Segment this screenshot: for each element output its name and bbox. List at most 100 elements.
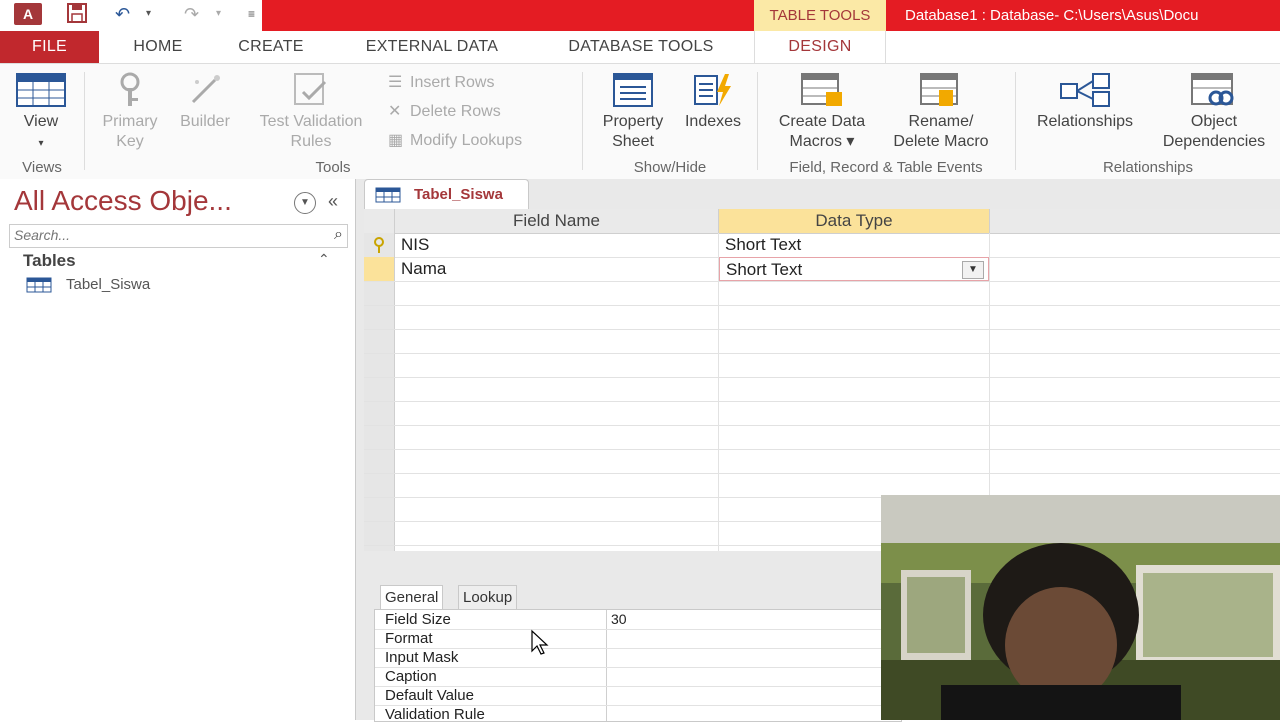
property-row-default-value[interactable]: Default Value xyxy=(375,686,901,706)
create-data-macros-icon xyxy=(801,73,842,106)
property-row-field-size[interactable]: Field Size 30 xyxy=(375,610,901,630)
table-row[interactable] xyxy=(364,401,1280,426)
property-label: Field Size xyxy=(385,611,451,628)
property-label: Input Mask xyxy=(385,649,459,666)
group-label-relationships: Relationships xyxy=(1102,159,1194,176)
primary-key-label-2: Key xyxy=(116,133,144,150)
field-name-cell[interactable]: NIS xyxy=(395,233,718,257)
table-row[interactable] xyxy=(364,353,1280,378)
create-data-macros-button[interactable]: Create Data Macros ▾ xyxy=(766,72,878,152)
ribbon-tabs: FILE HOME CREATE EXTERNAL DATA DATABASE … xyxy=(0,31,1280,63)
row-selector[interactable] xyxy=(364,233,395,257)
property-row-validation-rule[interactable]: Validation Rule xyxy=(375,705,901,724)
modify-lookups-icon: ▦ xyxy=(388,132,404,149)
tab-external-data[interactable]: EXTERNAL DATA xyxy=(346,31,518,63)
primary-key-button[interactable]: Primary Key xyxy=(94,72,166,152)
tab-design[interactable]: DESIGN xyxy=(754,31,886,63)
indexes-button[interactable]: Indexes xyxy=(678,72,748,132)
rename-delete-macro-button[interactable]: Rename/ Delete Macro xyxy=(878,72,1004,152)
nav-group-tables[interactable]: Tables xyxy=(23,251,76,271)
object-dependencies-label-2: Dependencies xyxy=(1162,133,1266,150)
group-label-views: Views xyxy=(22,159,62,176)
tab-lookup[interactable]: Lookup xyxy=(458,585,518,610)
nav-item-tabel-siswa[interactable]: Tabel_Siswa xyxy=(26,276,150,293)
insert-rows-button[interactable]: ☰ Insert Rows xyxy=(388,72,494,92)
builder-button[interactable]: Builder xyxy=(172,72,238,132)
nav-pane-title[interactable]: All Access Obje... xyxy=(14,185,232,217)
property-row-caption[interactable]: Caption xyxy=(375,667,901,687)
modify-lookups-button[interactable]: ▦ Modify Lookups xyxy=(388,130,522,150)
save-icon[interactable] xyxy=(66,2,88,26)
row-selector-current[interactable] xyxy=(364,257,395,281)
rename-delete-macro-label-1: Rename/ xyxy=(908,113,974,130)
search-icon[interactable]: ⌕ xyxy=(334,226,343,244)
relationships-button[interactable]: Relationships xyxy=(1022,72,1148,132)
table-icon xyxy=(26,277,52,293)
property-sheet-button[interactable]: Property Sheet xyxy=(590,72,676,152)
test-validation-rules-button[interactable]: Test Validation Rules xyxy=(243,72,379,152)
column-header-description xyxy=(990,209,1280,234)
property-label: Caption xyxy=(385,668,437,685)
rename-delete-macro-label-2: Delete Macro xyxy=(893,133,989,150)
tab-create[interactable]: CREATE xyxy=(226,31,316,63)
table-row[interactable] xyxy=(364,449,1280,474)
table-row[interactable] xyxy=(364,329,1280,354)
tab-database-tools[interactable]: DATABASE TOOLS xyxy=(548,31,734,63)
property-sheet-label-1: Property xyxy=(602,113,664,130)
delete-rows-button[interactable]: ✕ Delete Rows xyxy=(388,101,501,121)
nav-item-label: Tabel_Siswa xyxy=(66,276,151,293)
tab-general[interactable]: General xyxy=(380,585,444,610)
data-type-value: Short Text xyxy=(726,260,803,279)
data-type-cell[interactable]: Short Text xyxy=(719,233,989,257)
modify-lookups-label: Modify Lookups xyxy=(410,132,523,149)
primary-key-icon xyxy=(374,237,384,253)
property-sheet-label-2: Sheet xyxy=(612,133,654,150)
object-dependencies-label-1: Object xyxy=(1190,113,1238,130)
chevron-up-icon[interactable]: ⌃ xyxy=(318,251,330,268)
undo-dropdown-icon[interactable]: ▾ xyxy=(146,2,151,26)
indexes-label: Indexes xyxy=(684,113,742,130)
table-row[interactable] xyxy=(364,305,1280,330)
property-row-format[interactable]: Format xyxy=(375,629,901,649)
nav-pane-collapse-icon[interactable]: « xyxy=(328,191,338,212)
property-value-input[interactable]: 30 xyxy=(611,610,627,629)
property-sheet-icon xyxy=(613,73,653,107)
access-app-icon[interactable]: A xyxy=(14,3,42,25)
insert-rows-label: Insert Rows xyxy=(410,74,495,91)
document-tab-label: Tabel_Siswa xyxy=(414,186,503,203)
table-row[interactable] xyxy=(364,281,1280,306)
nav-search-input[interactable] xyxy=(10,225,318,245)
object-dependencies-icon xyxy=(1191,73,1234,106)
field-name-cell[interactable]: Nama xyxy=(395,257,718,281)
data-type-dropdown[interactable]: Short Text ▼ xyxy=(719,257,989,281)
property-row-input-mask[interactable]: Input Mask xyxy=(375,648,901,668)
tab-file[interactable]: FILE xyxy=(0,31,99,63)
group-label-show-hide: Show/Hide xyxy=(633,159,707,176)
indexes-icon xyxy=(694,74,731,106)
property-label: Validation Rule xyxy=(385,706,485,723)
table-row[interactable]: NIS Short Text xyxy=(364,233,1280,258)
table-row[interactable] xyxy=(364,425,1280,450)
ribbon-separator xyxy=(1015,72,1016,170)
customize-qat-icon[interactable]: ≡ xyxy=(248,2,255,26)
table-icon xyxy=(375,187,401,203)
table-row[interactable]: Nama Short Text ▼ xyxy=(364,257,1280,282)
chevron-down-icon[interactable]: ▼ xyxy=(962,261,984,279)
ribbon-separator xyxy=(757,72,758,170)
redo-icon[interactable]: ↷ xyxy=(184,2,199,26)
key-icon xyxy=(120,72,140,106)
ribbon-separator xyxy=(582,72,583,170)
group-label-events: Field, Record & Table Events xyxy=(789,159,983,176)
document-tab-tabel-siswa[interactable]: Tabel_Siswa xyxy=(364,179,529,210)
redo-dropdown-icon[interactable]: ▾ xyxy=(216,2,221,26)
view-button[interactable]: View ▾ xyxy=(10,72,72,154)
navigation-pane: All Access Obje... ▼ « ⌕ Tables ⌃ Tabel_… xyxy=(0,179,356,720)
undo-icon[interactable]: ↶ xyxy=(115,2,130,26)
window-title: Database1 : Database- C:\Users\Asus\Docu xyxy=(905,7,1199,24)
nav-pane-menu-icon[interactable]: ▼ xyxy=(294,192,316,214)
row-selector-header[interactable] xyxy=(364,209,395,234)
object-dependencies-button[interactable]: Object Dependencies xyxy=(1150,72,1278,152)
table-row[interactable] xyxy=(364,377,1280,402)
mouse-cursor-icon xyxy=(531,629,549,655)
tab-home[interactable]: HOME xyxy=(118,31,198,63)
